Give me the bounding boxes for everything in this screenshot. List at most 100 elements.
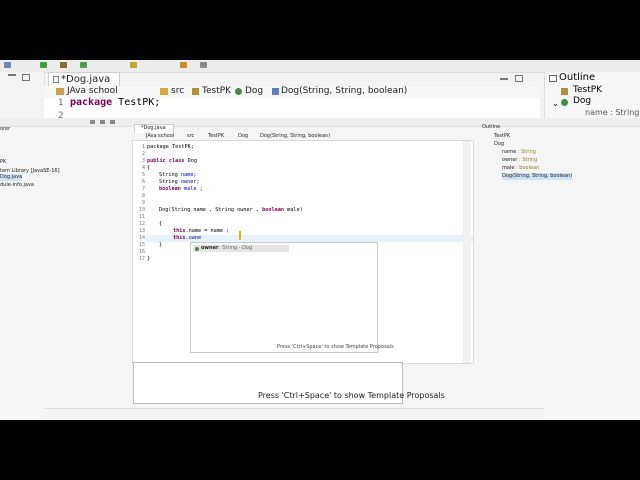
- code-line-13: this.name = name ;: [173, 228, 230, 234]
- package-explorer: orer PK tem Library [JavaSE-16] Dog.java…: [0, 126, 60, 246]
- code-line-10: Dog(String name , String owner , boolean…: [159, 207, 303, 213]
- vertical-scrollbar[interactable]: [463, 141, 471, 363]
- breadcrumb-project[interactable]: JAva school: [67, 86, 118, 96]
- line-number: 11: [138, 214, 145, 220]
- outline-field-partial[interactable]: name : String: [585, 108, 639, 117]
- run-icon[interactable]: [40, 62, 47, 68]
- breadcrumb-package[interactable]: TestPK: [208, 133, 224, 140]
- outline-field-male[interactable]: male : boolean: [502, 165, 539, 172]
- line-number: 16: [138, 249, 145, 255]
- toolbar-icon[interactable]: [110, 120, 115, 124]
- code-line-12: {: [159, 221, 163, 227]
- project-icon: [56, 88, 64, 95]
- breadcrumb-project[interactable]: JAva school: [146, 133, 174, 140]
- open-type-icon[interactable]: [130, 62, 137, 68]
- breadcrumb-constructor[interactable]: Dog(String, String, boolean): [260, 133, 330, 140]
- code-line-7: boolean male ;: [159, 186, 203, 192]
- toolbar-icon[interactable]: [90, 120, 95, 124]
- explorer-module-info[interactable]: dule-info.java: [0, 182, 34, 189]
- proposal-detail: : String - Dog: [219, 245, 253, 251]
- constructor-icon: [272, 88, 279, 95]
- outline-panel: Outline TestPK Dog name : String owner :…: [476, 124, 640, 194]
- status-bar: [44, 408, 544, 419]
- field-icon: [195, 247, 199, 251]
- breadcrumb-src[interactable]: src: [187, 133, 194, 140]
- maximize-icon[interactable]: [22, 74, 30, 81]
- line-number: 13: [138, 228, 145, 234]
- code-line-1: package TestPK;: [147, 144, 194, 150]
- package-icon: [192, 88, 199, 95]
- code-line-5: String name;: [159, 172, 197, 178]
- line-number: 8: [141, 193, 145, 199]
- editor-tab-dog-small[interactable]: *Dog.java: [134, 124, 174, 133]
- code-line-14: this.owne: [173, 235, 202, 241]
- save-icon[interactable]: [4, 62, 11, 68]
- minimize-editor-icon[interactable]: [500, 78, 508, 80]
- zoomed-outline-panel: Outline TestPK ⌄ Dog name : String: [544, 72, 640, 120]
- line-number: 9: [141, 200, 145, 206]
- explorer-dog-file[interactable]: Dog.java: [0, 174, 23, 181]
- template-proposals-hint: Press 'Ctrl+Space' to show Template Prop…: [277, 344, 394, 350]
- zoomed-code-area[interactable]: 1 package TestPK; 2: [44, 97, 540, 121]
- line-number: 10: [138, 207, 145, 213]
- outline-field-name[interactable]: name : String: [502, 149, 536, 156]
- breadcrumb-class[interactable]: Dog: [245, 86, 263, 96]
- editor-tab-label: *Dog.java: [61, 74, 111, 85]
- outline-icon: [549, 75, 557, 82]
- line-number: 15: [138, 242, 145, 248]
- line-number-ruler: 1 2 3 4 5 6 7 8 9 10 11 12 13 14 15 16 1…: [133, 141, 145, 363]
- toolbar-icon[interactable]: [100, 120, 105, 124]
- line-number: 2: [141, 151, 145, 157]
- code-line-15: }: [159, 242, 163, 248]
- src-folder-icon: [160, 88, 168, 95]
- editor-tab-label: *Dog.java: [141, 125, 166, 131]
- explorer-package[interactable]: PK: [0, 159, 6, 166]
- line-number: 17: [138, 256, 145, 262]
- proposal-item[interactable]: owner : String - Dog: [193, 245, 289, 252]
- breadcrumb-src[interactable]: src: [171, 86, 184, 96]
- zoomed-content-assist-popup: Press 'Ctrl+Space' to show Template Prop…: [133, 362, 445, 404]
- debug-icon[interactable]: [60, 62, 67, 68]
- code-line-3: public class Dog: [147, 158, 197, 164]
- mouse-cursor-icon: [239, 231, 241, 240]
- line-number: 6: [141, 179, 145, 185]
- content-assist-popup: owner : String - Dog Press 'Ctrl+Space' …: [190, 242, 394, 353]
- outline-class[interactable]: Dog: [494, 141, 504, 148]
- line-number: 12: [138, 221, 145, 227]
- line-number: 1: [58, 98, 64, 108]
- maximize-editor-icon[interactable]: [515, 75, 523, 82]
- breadcrumb-class[interactable]: Dog: [238, 133, 248, 140]
- class-icon: [561, 99, 568, 106]
- outline-tab-label[interactable]: Outline: [559, 72, 595, 83]
- nav-back-icon[interactable]: [200, 62, 207, 68]
- new-class-icon[interactable]: [80, 62, 87, 68]
- outline-constructor[interactable]: Dog(String, String, boolean): [502, 173, 573, 180]
- outline-class[interactable]: Dog: [573, 96, 591, 106]
- breadcrumb-constructor[interactable]: Dog(String, String, boolean): [281, 86, 407, 96]
- editor-tab-dog[interactable]: *Dog.java: [48, 72, 120, 87]
- package-icon: [561, 88, 568, 95]
- package-declaration: package TestPK;: [70, 97, 161, 108]
- line-number: 3: [141, 158, 145, 164]
- package-explorer-partial: [0, 72, 45, 122]
- outline-field-owner[interactable]: owner : String: [502, 157, 537, 164]
- chevron-down-icon[interactable]: ⌄: [552, 99, 559, 108]
- java-file-icon: [53, 76, 59, 83]
- breadcrumb-package[interactable]: TestPK: [202, 86, 231, 96]
- minimize-icon[interactable]: [8, 74, 16, 76]
- line-number: 1: [141, 144, 145, 150]
- class-icon: [235, 88, 242, 95]
- line-number: 7: [141, 186, 145, 192]
- line-number: 5: [141, 172, 145, 178]
- code-line-4: {: [147, 165, 151, 171]
- code-line-6: String owner;: [159, 179, 200, 185]
- search-icon[interactable]: [180, 62, 187, 68]
- breadcrumb-small: JAva school src TestPK Dog Dog(String, S…: [134, 133, 470, 140]
- line-number: 4: [141, 165, 145, 171]
- outline-package[interactable]: TestPK: [573, 85, 602, 95]
- outline-tab-label[interactable]: Outline: [482, 124, 500, 131]
- outline-package[interactable]: TestPK: [494, 133, 510, 140]
- template-proposals-hint-zoomed: Press 'Ctrl+Space' to show Template Prop…: [258, 391, 445, 400]
- explorer-title[interactable]: orer: [0, 126, 10, 133]
- line-number: 14: [138, 235, 145, 241]
